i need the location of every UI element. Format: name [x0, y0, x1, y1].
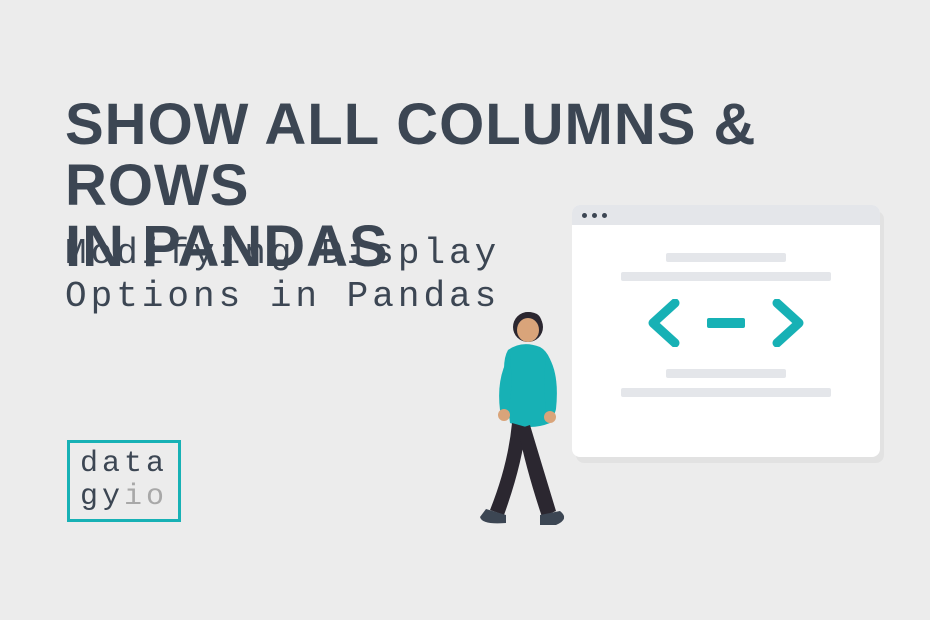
window-dot-icon	[602, 213, 607, 218]
walking-person-illustration	[460, 305, 590, 535]
right-angle-bracket-icon	[771, 299, 805, 347]
left-angle-bracket-icon	[647, 299, 681, 347]
logo-gy: gy	[80, 480, 124, 514]
slash-line-icon	[707, 318, 745, 328]
window-dot-icon	[592, 213, 597, 218]
datagy-logo: data gyio	[67, 440, 181, 522]
person-leg-front	[518, 425, 556, 517]
placeholder-line	[666, 253, 786, 262]
logo-text-line1: data	[80, 448, 178, 481]
sub-heading: Modifying Display Options in Pandas	[65, 232, 500, 318]
browser-title-bar	[572, 205, 880, 225]
browser-window-illustration	[572, 205, 880, 457]
heading-line-1: SHOW ALL COLUMNS & ROWS	[65, 95, 930, 217]
code-brackets-icon	[614, 299, 838, 347]
subheading-line-2: Options in Pandas	[65, 275, 500, 318]
browser-content	[572, 225, 880, 397]
logo-io: io	[124, 480, 168, 514]
placeholder-line	[621, 388, 831, 397]
placeholder-line	[621, 272, 831, 281]
window-dot-icon	[582, 213, 587, 218]
logo-text-line2: gyio	[80, 481, 178, 514]
subheading-line-1: Modifying Display	[65, 232, 500, 275]
placeholder-line	[666, 369, 786, 378]
